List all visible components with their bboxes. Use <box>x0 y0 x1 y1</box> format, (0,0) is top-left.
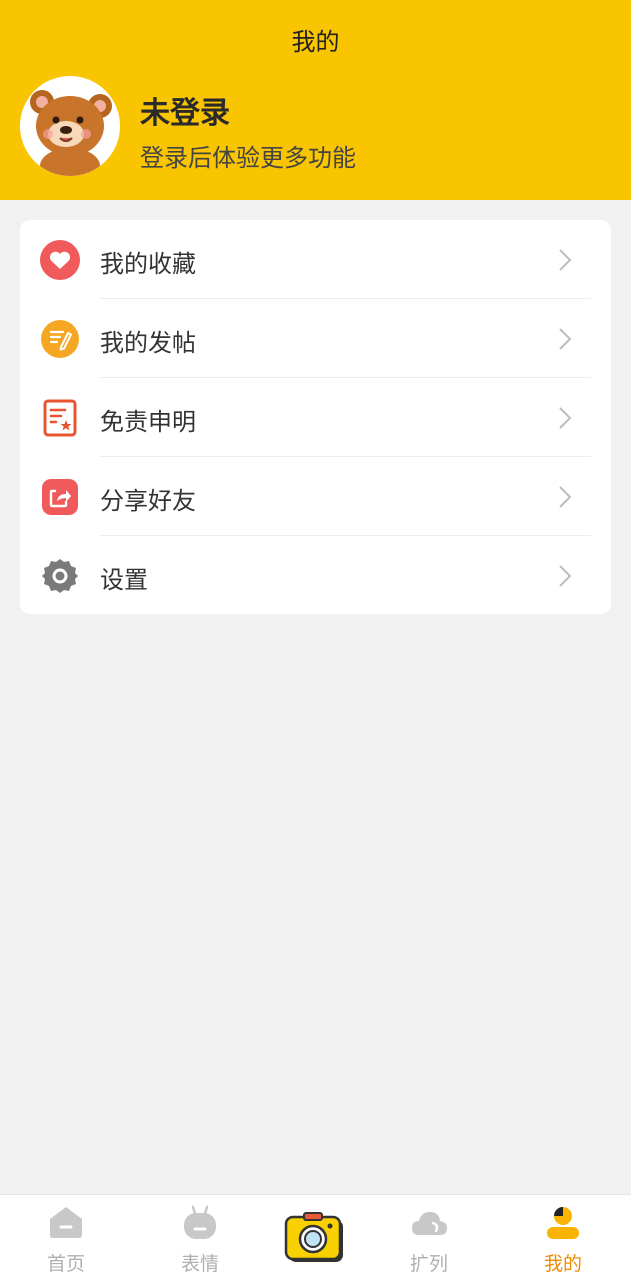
tab-emoji[interactable]: 表情 <box>150 1195 250 1280</box>
chevron-right-icon <box>557 406 573 430</box>
menu-item-label: 我的发帖 <box>100 329 196 357</box>
cloud-icon <box>409 1203 449 1243</box>
menu-item-label: 分享好友 <box>100 487 196 515</box>
chevron-right-icon <box>557 248 573 272</box>
login-status-subtitle: 登录后体验更多功能 <box>140 144 356 172</box>
login-status-title[interactable]: 未登录 <box>140 88 230 132</box>
menu-item-label: 我的收藏 <box>100 250 196 278</box>
menu-item-my-posts[interactable]: 我的发帖 <box>20 299 611 378</box>
gear-icon <box>40 556 80 596</box>
chevron-right-icon <box>557 485 573 509</box>
emoji-icon <box>180 1203 220 1243</box>
chevron-right-icon <box>557 327 573 351</box>
camera-button[interactable] <box>283 1212 345 1264</box>
pencil-note-icon <box>40 319 80 359</box>
document-icon <box>40 398 80 438</box>
share-icon <box>40 477 80 517</box>
tab-label: 首页 <box>46 1253 85 1275</box>
tab-label: 表情 <box>180 1253 219 1275</box>
camera-icon <box>284 1212 343 1262</box>
profile-icon <box>543 1203 583 1243</box>
menu-item-label: 免责申明 <box>100 408 196 436</box>
bear-avatar-icon <box>20 76 120 176</box>
heart-icon <box>40 240 80 280</box>
tab-label: 扩列 <box>409 1253 448 1275</box>
tab-home[interactable]: 首页 <box>16 1195 116 1280</box>
menu-item-favorites[interactable]: 我的收藏 <box>20 220 611 299</box>
home-icon <box>46 1203 86 1243</box>
tab-label: 我的 <box>543 1253 582 1275</box>
menu-item-disclaimer[interactable]: 免责申明 <box>20 378 611 457</box>
avatar[interactable] <box>20 76 120 176</box>
menu-item-label: 设置 <box>100 566 148 594</box>
profile-header: 我的 未登录 登录后体验更多功能 <box>0 0 631 200</box>
menu-item-share-friends[interactable]: 分享好友 <box>20 457 611 536</box>
menu-item-settings[interactable]: 设置 <box>20 536 611 614</box>
page-title: 我的 <box>291 28 340 56</box>
chevron-right-icon <box>557 564 573 588</box>
menu-card: 我的收藏 我的发帖 免责申明 分享好友 设置 <box>20 220 611 614</box>
app-screen: 我的 未登录 登录后体验更多功能 我的收藏 我的发帖 免责申明 分享好友 设置 … <box>0 0 631 1280</box>
tab-expand[interactable]: 扩列 <box>379 1195 479 1280</box>
tab-mine[interactable]: 我的 <box>513 1195 613 1280</box>
